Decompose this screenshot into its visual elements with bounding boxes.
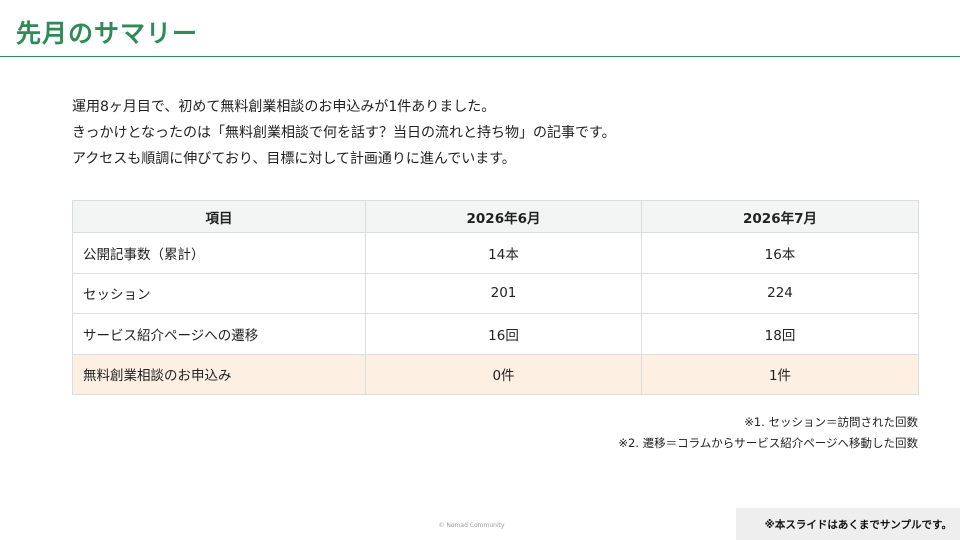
- table-row: サービス紹介ページへの遷移 16回 18回: [72, 313, 919, 355]
- july-value: 16本: [641, 232, 919, 274]
- slide-title: 先月のサマリー: [16, 19, 199, 48]
- june-value: 201: [365, 272, 642, 314]
- title-underline: [0, 56, 960, 57]
- footnotes: ※1. セッション＝訪問された回数 ※2. 遷移＝コラムからサービス紹介ページへ…: [618, 412, 918, 454]
- intro-line-2: きっかけとなったのは「無料創業相談で何を話す？当日の流れと持ち物」の記事です。: [72, 125, 616, 141]
- disclaimer-text: ※本スライドはあくまでサンプルです。: [764, 518, 952, 531]
- intro-line-1: 運用8ヶ月目で、初めて無料創業相談のお申込みが1件ありました。: [72, 99, 496, 115]
- header-july-2026: 2026年7月: [641, 200, 919, 233]
- june-value: 14本: [365, 232, 642, 274]
- row-label: 無料創業相談のお申込み: [72, 353, 366, 395]
- intro-line-3: アクセスも順調に伸びており、目標に対して計画通りに進んでいます。: [72, 151, 516, 167]
- row-label: 公開記事数（累計）: [72, 232, 366, 274]
- june-value: 0件: [365, 353, 642, 395]
- row-label: サービス紹介ページへの遷移: [72, 313, 366, 355]
- row-label: セッション: [72, 272, 366, 314]
- table-row: 公開記事数（累計） 14本 16本: [72, 232, 919, 274]
- july-value: 224: [641, 272, 919, 314]
- july-value: 1件: [641, 353, 919, 395]
- footnote-1: ※1. セッション＝訪問された回数: [744, 415, 918, 429]
- footnote-2: ※2. 遷移＝コラムからサービス紹介ページへ移動した回数: [618, 436, 918, 450]
- summary-table: 項目 2026年6月 2026年7月 公開記事数（累計） 14本 16本 セッシ…: [72, 200, 919, 395]
- sample-disclaimer: ※本スライドはあくまでサンプルです。: [736, 508, 960, 540]
- table-header-row: 項目 2026年6月 2026年7月: [72, 200, 919, 233]
- table-row: セッション 201 224: [72, 272, 919, 314]
- intro-text: 運用8ヶ月目で、初めて無料創業相談のお申込みが1件ありました。 きっかけとなった…: [72, 94, 922, 172]
- header-item: 項目: [72, 200, 366, 233]
- june-value: 16回: [365, 313, 642, 355]
- header-june-2026: 2026年6月: [365, 200, 642, 233]
- july-value: 18回: [641, 313, 919, 355]
- table-row-highlighted: 無料創業相談のお申込み 0件 1件: [72, 353, 919, 395]
